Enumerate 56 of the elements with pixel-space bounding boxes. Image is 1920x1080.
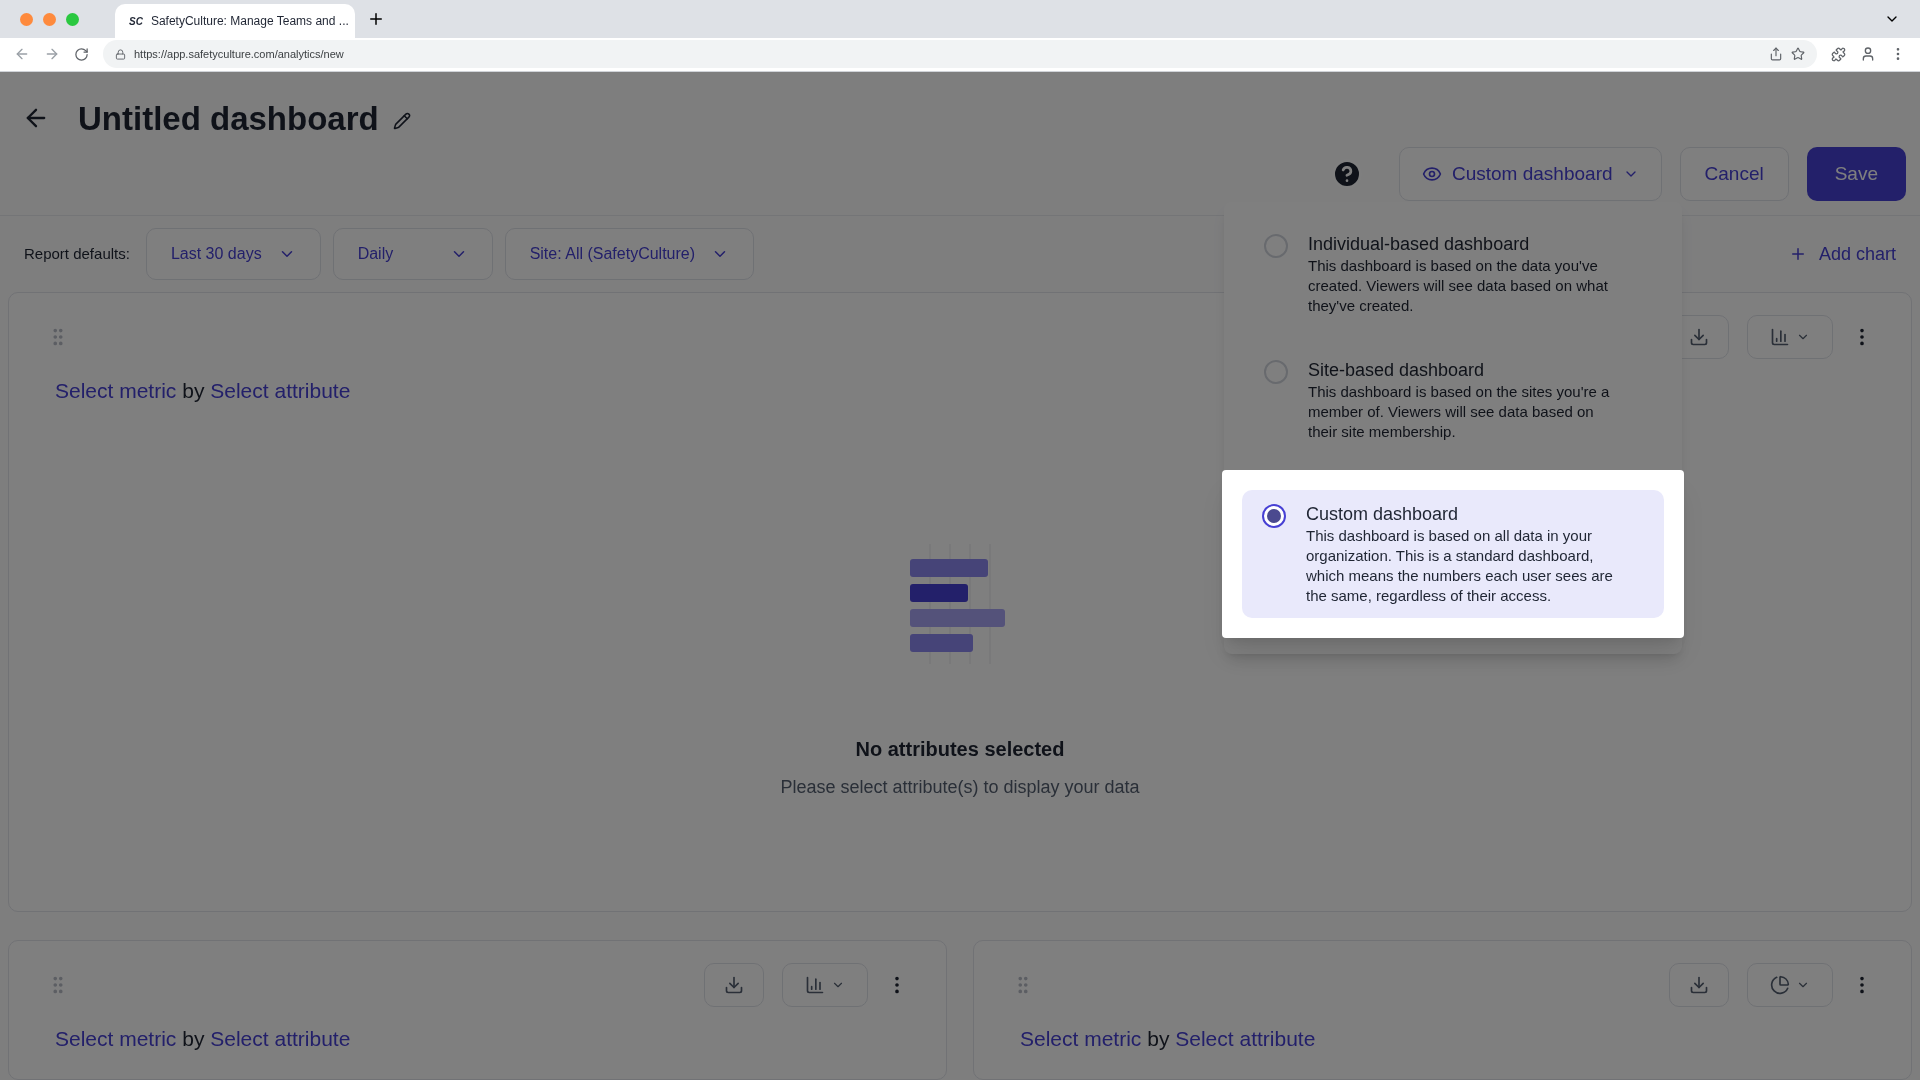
- option-description: This dashboard is based on all data in your organization. This is a standard dashboard, which means the numbers each user sees are the same, regardless of their access.: [1306, 525, 1614, 606]
- metric-link[interactable]: Select metric: [1020, 1027, 1142, 1050]
- download-button[interactable]: [1669, 963, 1729, 1007]
- dashboard-view-dropdown[interactable]: Custom dashboard: [1399, 147, 1662, 201]
- chart-type-button[interactable]: [782, 963, 868, 1007]
- dashboard-option[interactable]: Custom dashboard This dashboard is based on all data in your organization. This is a standard dashboard, which means the numbers each user sees are the same, regardless of their access.: [1242, 489, 1664, 618]
- attribute-link[interactable]: Select attribute: [1175, 1027, 1316, 1050]
- by-text: by: [1146, 1027, 1171, 1050]
- attribute-link[interactable]: Select attribute: [210, 1027, 351, 1050]
- filter-dropdown[interactable]: Daily: [332, 228, 493, 280]
- empty-state-text: Please select attribute(s) to display your data: [780, 776, 1140, 800]
- radio-button[interactable]: [1262, 503, 1286, 528]
- pie-chart-icon: [1770, 975, 1790, 995]
- chart-type-button[interactable]: [1747, 963, 1833, 1007]
- dashboard-option[interactable]: Individual-based dashboard This dashboard is based on the data you've created. Viewers will see data based on what they've created.: [1244, 219, 1662, 328]
- metric-link[interactable]: Select metric: [55, 379, 177, 402]
- tab-title: SafetyCulture: Manage Teams and ...: [150, 13, 349, 31]
- profile-icon[interactable]: [1860, 46, 1876, 63]
- site-logo-icon: SC: [129, 13, 143, 29]
- lock-icon: [115, 48, 126, 60]
- filter-dropdown[interactable]: Last 30 days: [145, 228, 321, 280]
- illustration-bar: [910, 584, 968, 603]
- cancel-button[interactable]: Cancel: [1679, 147, 1789, 201]
- illustration-bar: [910, 634, 973, 653]
- chart-type-button[interactable]: [1747, 315, 1833, 359]
- extensions-icon[interactable]: [1831, 46, 1846, 62]
- eye-icon: [1422, 164, 1442, 184]
- bar-chart-icon: [805, 975, 825, 995]
- address-bar[interactable]: https://app.safetyculture.com/analytics/new: [103, 40, 1817, 69]
- dashboard-option[interactable]: Site-based dashboard This dashboard is based on the sites you're a member of. Viewers will see data based on their site membership.: [1244, 345, 1662, 454]
- edit-pencil-icon[interactable]: [392, 112, 411, 131]
- dashboard-title: Untitled dashboard: [78, 98, 379, 139]
- report-defaults-label: Report defaults:: [24, 243, 130, 264]
- url-text: https://app.safetyculture.com/analytics/new: [134, 47, 345, 63]
- option-title: Site-based dashboard: [1308, 358, 1486, 382]
- metric-link[interactable]: Select metric: [55, 1027, 177, 1050]
- download-icon: [724, 975, 744, 995]
- browser-tab[interactable]: SC SafetyCulture: Manage Teams and ...: [115, 4, 355, 39]
- share-icon[interactable]: [1769, 47, 1783, 62]
- by-text: by: [181, 379, 206, 402]
- bar-chart-icon: [1770, 327, 1790, 347]
- add-chart-button[interactable]: Add chart: [1788, 240, 1896, 268]
- save-button[interactable]: Save: [1806, 147, 1906, 201]
- empty-state-title: No attributes selected: [855, 737, 1065, 763]
- by-text: by: [181, 1027, 206, 1050]
- option-description: This dashboard is based on the sites you're a member of. Viewers will see data based on their site membership.: [1308, 381, 1611, 442]
- download-button[interactable]: [704, 963, 764, 1007]
- option-description: This dashboard is based on the data you've created. Viewers will see data based on what they've created.: [1308, 255, 1609, 316]
- filter-dropdown[interactable]: Site: All (SafetyCulture): [504, 228, 755, 280]
- bookmark-star-icon[interactable]: [1791, 47, 1805, 62]
- option-title: Individual-based dashboard: [1308, 232, 1531, 256]
- download-icon: [1689, 327, 1709, 347]
- reload-icon[interactable]: [74, 46, 89, 62]
- download-icon: [1689, 975, 1709, 995]
- option-title: Custom dashboard: [1306, 502, 1460, 526]
- attribute-link[interactable]: Select attribute: [210, 379, 351, 402]
